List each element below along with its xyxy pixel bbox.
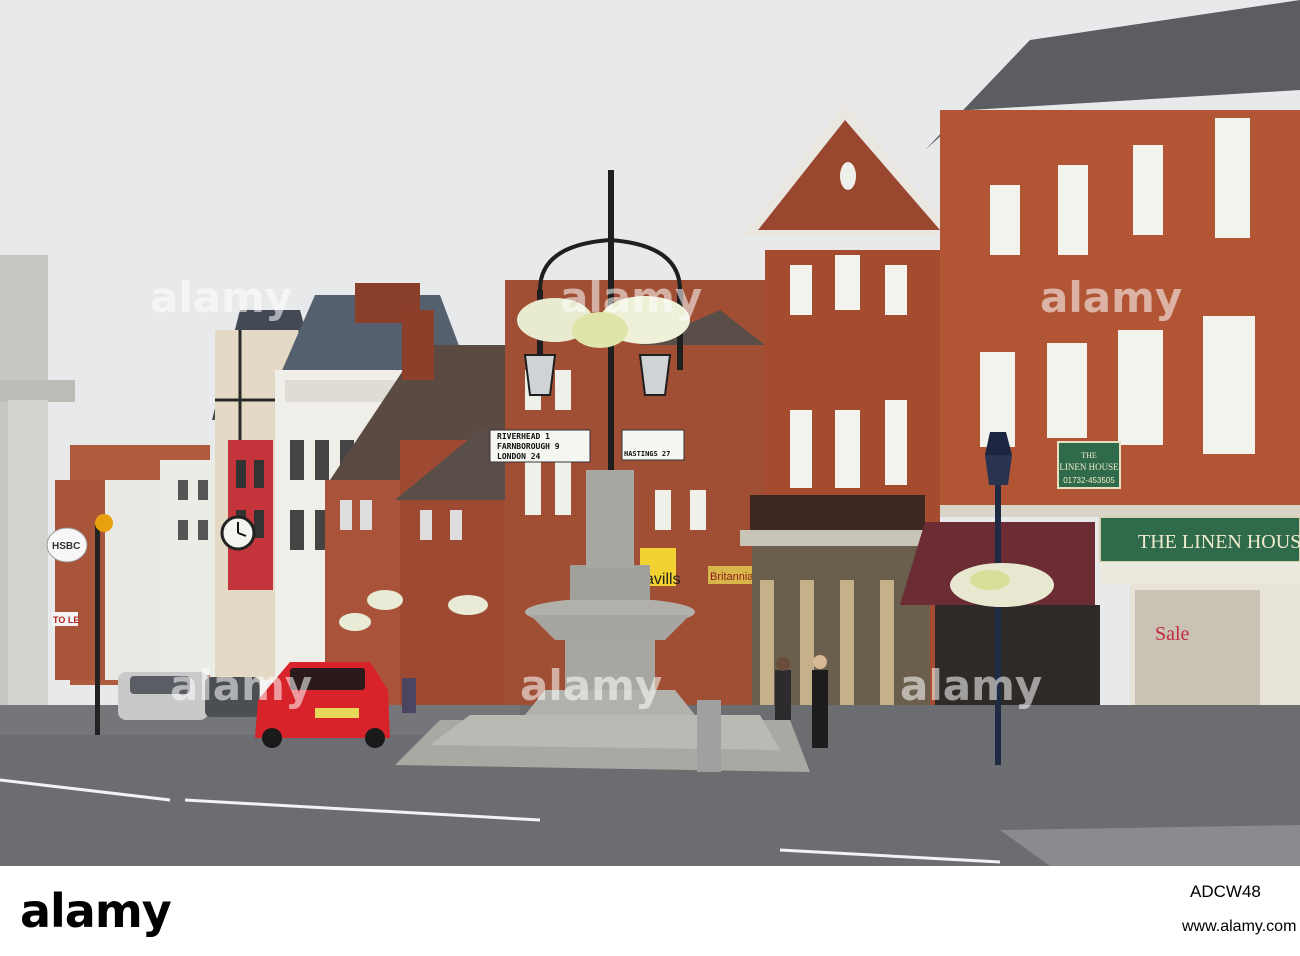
street-clock bbox=[220, 515, 256, 551]
footer-logo: alamy bbox=[20, 884, 172, 938]
footer-bar: alamy ADCW48 www.alamy.com bbox=[0, 866, 1300, 956]
linen-house-fascia: THE LINEN HOUSE bbox=[1138, 531, 1300, 553]
savills-sign: avills bbox=[645, 571, 681, 588]
pavement bbox=[1000, 825, 1300, 866]
linen-board-line2: LINEN HOUSE bbox=[1059, 462, 1119, 472]
watermark-bottom-right: alamy bbox=[900, 661, 1042, 710]
hsbc-sign: HSBC bbox=[46, 527, 88, 563]
signpost-right-arm: HASTINGS 27 bbox=[621, 429, 685, 461]
svg-text:TO LE: TO LE bbox=[53, 615, 79, 625]
watermark-bottom-center: alamy bbox=[520, 661, 662, 710]
photo-stage: avills Britannia THE LINEN HOUSE 01732-4… bbox=[0, 0, 1300, 956]
footer-image-id: ADCW48 bbox=[1190, 882, 1261, 901]
distant-buildings bbox=[55, 445, 220, 685]
signpost-left-arm: RIVERHEAD 1 FARNBOROUGH 9 LONDON 24 bbox=[489, 429, 591, 463]
georgian-pediment-building bbox=[740, 103, 955, 736]
sale-sign: Sale bbox=[1155, 623, 1190, 645]
footer-url: www.alamy.com bbox=[1182, 918, 1297, 935]
sign-farnborough: FARNBOROUGH 9 bbox=[497, 442, 560, 451]
watermark-bottom-left: alamy bbox=[170, 661, 312, 710]
sign-london: LONDON 24 bbox=[497, 452, 541, 461]
svg-text:HSBC: HSBC bbox=[52, 541, 80, 552]
to-let-sign: TO LE bbox=[52, 612, 79, 626]
linen-board-phone: 01732-453505 bbox=[1063, 476, 1115, 485]
hanging-basket-right bbox=[950, 563, 1054, 607]
linen-board-line1: THE bbox=[1081, 451, 1097, 460]
sign-riverhead: RIVERHEAD 1 bbox=[497, 432, 550, 441]
linen-house-board: THE LINEN HOUSE 01732-453505 bbox=[1057, 441, 1121, 489]
watermark-left: alamy bbox=[150, 273, 292, 322]
street-scene: avills Britannia THE LINEN HOUSE 01732-4… bbox=[0, 0, 1300, 866]
sign-hastings: HASTINGS 27 bbox=[624, 450, 670, 458]
watermark-center: alamy bbox=[560, 273, 702, 322]
utility-box bbox=[697, 700, 721, 772]
britannia-sign: Britannia bbox=[710, 571, 754, 583]
watermark-right: alamy bbox=[1040, 273, 1182, 322]
